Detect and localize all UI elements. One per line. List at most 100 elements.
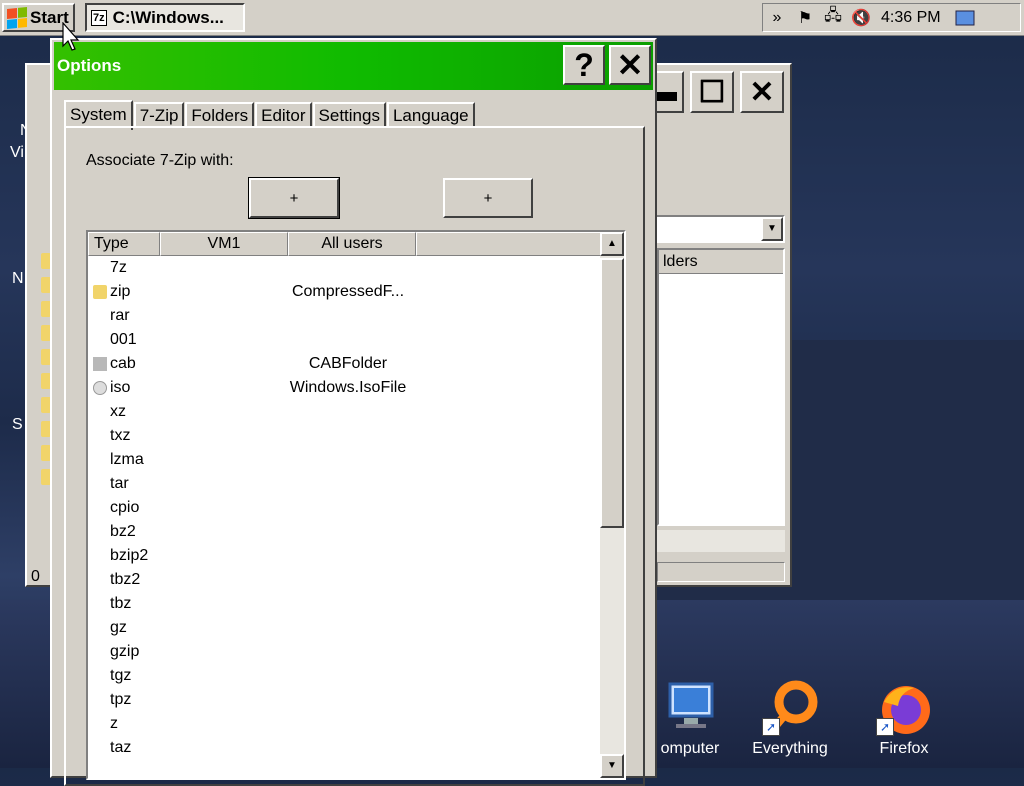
list-item[interactable]: taz	[88, 736, 600, 760]
list-item[interactable]: tbz2	[88, 568, 600, 592]
scroll-up-icon[interactable]: ▲	[600, 232, 624, 256]
help-button[interactable]: ?	[563, 45, 605, 85]
file-extension: bz2	[110, 523, 136, 540]
computer-icon	[662, 680, 718, 736]
blank-file-icon	[93, 645, 107, 659]
cab-icon	[93, 357, 107, 371]
network-icon[interactable]: 🖧	[822, 7, 844, 28]
list-item[interactable]: tpz	[88, 688, 600, 712]
desktop-icon-firefox[interactable]: ➚ Firefox	[854, 680, 954, 758]
associate-label: Associate 7-Zip with:	[86, 152, 234, 169]
list-header: Type VM1 All users	[88, 232, 602, 256]
path-combobox[interactable]: ▼	[647, 215, 785, 243]
list-item[interactable]: lzma	[88, 448, 600, 472]
list-item[interactable]: bzip2	[88, 544, 600, 568]
list-item[interactable]: gz	[88, 616, 600, 640]
close-button[interactable]: ✕	[740, 71, 784, 113]
scrollbar-thumb[interactable]	[600, 258, 624, 528]
close-icon: ✕	[616, 47, 644, 83]
blank-file-icon	[93, 405, 107, 419]
column-header-all-users[interactable]: All users	[288, 232, 416, 256]
status-count: 0	[31, 568, 40, 585]
desktop-partial-label: N	[12, 270, 24, 287]
dialog-title-buttons: ? ✕	[563, 45, 651, 85]
desktop-icon-label: Firefox	[879, 740, 929, 757]
file-extension: lzma	[110, 451, 144, 468]
file-extension: xz	[110, 403, 126, 420]
file-extension: tgz	[110, 667, 132, 684]
scroll-down-icon[interactable]: ▼	[600, 754, 624, 778]
blank-file-icon	[93, 333, 107, 347]
chevron-expand-icon[interactable]: »	[766, 8, 788, 28]
tab-language[interactable]: Language	[386, 102, 475, 128]
list-item[interactable]: xz	[88, 400, 600, 424]
blank-file-icon	[93, 549, 107, 563]
list-item[interactable]: tgz	[88, 664, 600, 688]
file-extension: gzip	[110, 643, 140, 660]
question-mark-icon: ?	[574, 46, 594, 83]
column-header-vm1[interactable]: VM1	[160, 232, 288, 256]
7zip-icon: 7z	[91, 9, 107, 26]
blank-file-icon	[93, 309, 107, 323]
file-extension: tbz	[110, 595, 132, 612]
file-extension: bzip2	[110, 547, 149, 564]
list-item[interactable]: 001	[88, 328, 600, 352]
list-item[interactable]: rar	[88, 304, 600, 328]
list-item[interactable]: gzip	[88, 640, 600, 664]
list-rows: 7z zip CompressedF... rar 001 cab CABFolder iso…	[88, 256, 600, 760]
windows-logo-icon	[7, 6, 27, 29]
flag-icon[interactable]: ⚑	[794, 8, 816, 28]
tab-settings[interactable]: Settings	[312, 102, 386, 128]
taskbar: Start 7z C:\Windows... » ⚑ 🖧 🔇 4:36 PM	[0, 0, 1024, 36]
column-header-type[interactable]: Type	[88, 232, 160, 256]
blank-file-icon	[93, 597, 107, 611]
horizontal-scrollbar[interactable]	[657, 530, 785, 552]
tab-7zip[interactable]: 7-Zip	[133, 102, 185, 128]
blank-file-icon	[93, 621, 107, 635]
list-item[interactable]: cpio	[88, 496, 600, 520]
vertical-scrollbar[interactable]: ▲ ▼	[600, 232, 624, 778]
column-header-folders[interactable]: lders	[659, 253, 698, 271]
dialog-title: Options	[57, 56, 122, 75]
list-item[interactable]: 7z	[88, 256, 600, 280]
dialog-close-button[interactable]: ✕	[609, 45, 651, 85]
file-type-list[interactable]: Type VM1 All users 7z zip CompressedF... ra…	[86, 230, 626, 780]
file-list-header[interactable]: lders	[659, 250, 783, 274]
associate-current-user-button[interactable]: +	[248, 177, 340, 219]
shortcut-arrow-icon: ➚	[762, 718, 780, 736]
tab-editor[interactable]: Editor	[255, 102, 312, 128]
associate-all-users-button[interactable]: +	[443, 178, 533, 218]
list-item[interactable]: txz	[88, 424, 600, 448]
chevron-down-icon[interactable]: ▼	[761, 217, 783, 241]
maximize-icon: ☐	[698, 75, 726, 109]
tab-folders[interactable]: Folders	[185, 102, 255, 128]
show-desktop-icon[interactable]	[954, 8, 976, 28]
firefox-icon: ➚	[876, 680, 932, 736]
all-users-association: CompressedF...	[291, 283, 405, 300]
list-item[interactable]: tbz	[88, 592, 600, 616]
dialog-titlebar[interactable]: Options ? ✕	[54, 42, 653, 90]
list-item[interactable]: zip CompressedF...	[88, 280, 600, 304]
desktop-partial-label: Vi	[10, 144, 24, 161]
maximize-button[interactable]: ☐	[690, 71, 734, 113]
list-item[interactable]: tar	[88, 472, 600, 496]
blank-file-icon	[93, 501, 107, 515]
list-item[interactable]: bz2	[88, 520, 600, 544]
list-item[interactable]: iso Windows.IsoFile	[88, 376, 600, 400]
background-window-controls: ▬ ☐ ✕	[640, 71, 784, 113]
taskbar-window-label: C:\Windows...	[112, 7, 224, 27]
file-extension: 7z	[110, 259, 127, 276]
blank-file-icon	[93, 525, 107, 539]
file-list[interactable]: lders	[657, 248, 785, 526]
desktop-icon-everything[interactable]: ➚ Everything	[740, 680, 840, 758]
list-item[interactable]: cab CABFolder	[88, 352, 600, 376]
blank-file-icon	[93, 741, 107, 755]
taskbar-window-button[interactable]: 7z C:\Windows...	[85, 3, 245, 32]
list-item[interactable]: z	[88, 712, 600, 736]
volume-muted-icon[interactable]: 🔇	[850, 8, 872, 28]
blank-file-icon	[93, 429, 107, 443]
clock[interactable]: 4:36 PM	[881, 9, 941, 27]
options-dialog[interactable]: Options ? ✕ System 7-Zip Folders Editor …	[50, 38, 657, 786]
file-extension: 001	[110, 331, 137, 348]
file-extension: iso	[110, 379, 131, 396]
